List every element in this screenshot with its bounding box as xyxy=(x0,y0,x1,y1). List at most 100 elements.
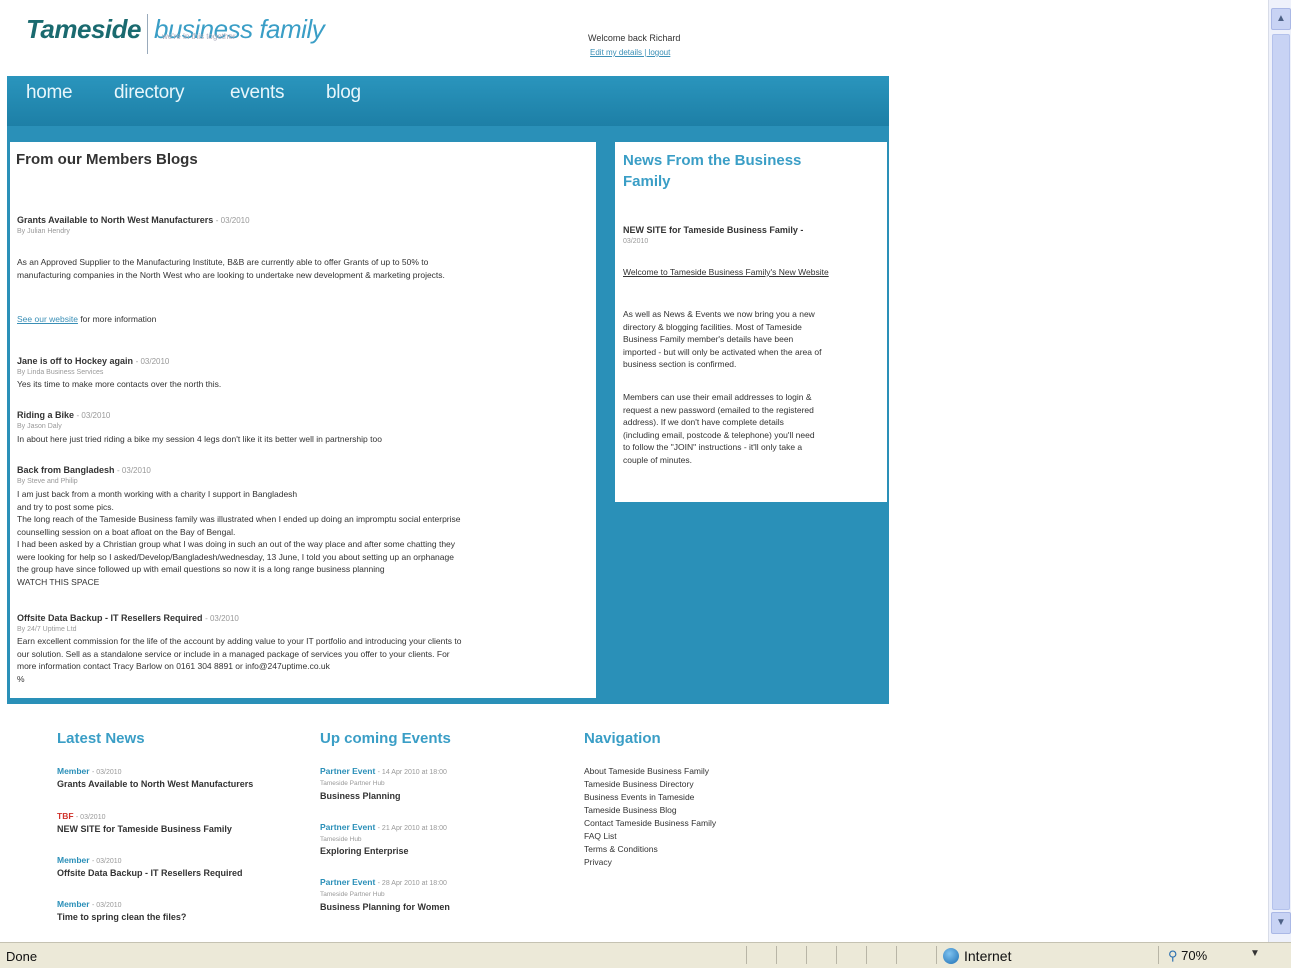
scroll-up-button[interactable]: ▲ xyxy=(1271,8,1291,30)
see-website-suffix: for more information xyxy=(77,314,157,324)
blog-post-title-text[interactable]: Riding a Bike xyxy=(17,410,74,420)
scroll-down-button[interactable]: ▼ xyxy=(1271,912,1291,934)
blog-post-line: Earn excellent commission for the life o… xyxy=(17,636,462,646)
nav-directory[interactable]: directory xyxy=(114,82,184,104)
blog-post-title[interactable]: Offsite Data Backup - IT Resellers Requi… xyxy=(17,613,239,623)
event-title[interactable]: Business Planning xyxy=(320,791,401,801)
blog-post-author: By Julian Hendry xyxy=(17,228,70,235)
footer-nav-link[interactable]: Terms & Conditions xyxy=(584,844,658,854)
event-date: - 21 Apr 2010 at 18:00 xyxy=(377,825,447,832)
account-link[interactable]: Edit my details | logout xyxy=(590,48,670,57)
blog-post-date: - 03/2010 xyxy=(76,411,111,420)
latest-news-category[interactable]: Member - 03/2010 xyxy=(57,855,122,865)
category-label[interactable]: Member xyxy=(57,855,90,865)
see-website-link[interactable]: See our website xyxy=(17,314,78,324)
event-title[interactable]: Business Planning for Women xyxy=(320,902,450,912)
latest-news-title[interactable]: NEW SITE for Tameside Business Family xyxy=(57,824,232,834)
event-category[interactable]: Partner Event - 28 Apr 2010 at 18:00 xyxy=(320,877,447,887)
news-item-date: 03/2010 xyxy=(623,238,649,245)
zoom-level[interactable]: ⚲ 70% xyxy=(1168,948,1207,964)
footer-nav-link[interactable]: Tameside Business Blog xyxy=(584,805,677,815)
event-type[interactable]: Partner Event xyxy=(320,766,375,776)
blog-post-title[interactable]: Back from Bangladesh - 03/2010 xyxy=(17,465,151,475)
status-divider xyxy=(836,946,837,964)
news-line: imported - but will only be activated wh… xyxy=(623,346,822,357)
blog-post-title-text[interactable]: Jane is off to Hockey again xyxy=(17,356,133,366)
blog-post-date: - 03/2010 xyxy=(117,466,151,475)
news-line: couple of minutes. xyxy=(623,454,692,465)
nav-blog[interactable]: blog xyxy=(326,82,361,104)
event-category[interactable]: Partner Event - 14 Apr 2010 at 18:00 xyxy=(320,766,447,776)
event-type[interactable]: Partner Event xyxy=(320,877,375,887)
blog-post-date: - 03/2010 xyxy=(135,357,170,366)
news-item-link[interactable]: Welcome to Tameside Business Family's Ne… xyxy=(623,266,833,278)
status-divider xyxy=(936,946,937,964)
latest-news-title[interactable]: Time to spring clean the files? xyxy=(57,912,186,922)
nav-events[interactable]: events xyxy=(230,82,284,104)
event-type[interactable]: Partner Event xyxy=(320,822,375,832)
event-title[interactable]: Exploring Enterprise xyxy=(320,846,409,856)
footer-nav-link[interactable]: Business Events in Tameside xyxy=(584,792,694,802)
blog-post-author: By Steve and Philip xyxy=(17,478,78,485)
blog-post-line: counselling session on a boat afloat on … xyxy=(17,526,236,537)
blog-post-more: See our website for more information xyxy=(17,313,156,326)
blog-post-title[interactable]: Grants Available to North West Manufactu… xyxy=(17,215,250,225)
footer-nav-link[interactable]: Contact Tameside Business Family xyxy=(584,818,716,828)
status-divider xyxy=(1158,946,1159,964)
event-category[interactable]: Partner Event - 21 Apr 2010 at 18:00 xyxy=(320,822,447,832)
blog-post-line: more information contact Tracy Barlow on… xyxy=(17,661,330,671)
arrow-up-icon: ▲ xyxy=(1276,13,1286,24)
blog-post-body: Yes its time to make more contacts over … xyxy=(17,378,221,391)
latest-news-category[interactable]: Member - 03/2010 xyxy=(57,766,122,776)
blog-post-date: - 03/2010 xyxy=(205,614,239,623)
event-date: - 28 Apr 2010 at 18:00 xyxy=(377,880,447,887)
blog-post-title-text[interactable]: Grants Available to North West Manufactu… xyxy=(17,215,213,225)
latest-news-title[interactable]: Offsite Data Backup - IT Resellers Requi… xyxy=(57,868,243,878)
event-venue: Tameside Hub xyxy=(320,836,362,843)
blog-post-line: The long reach of the Tameside Business … xyxy=(17,514,461,524)
blog-post-line: Yes its time to make more contacts over … xyxy=(17,379,222,389)
news-line: to follow the "JOIN" instructions - it'l… xyxy=(623,442,803,452)
blog-post-body: As an Approved Supplier to the Manufactu… xyxy=(17,256,445,281)
news-date: - 03/2010 xyxy=(75,814,106,821)
zoom-value[interactable]: 70% xyxy=(1181,948,1207,963)
news-line: Members can use their email addresses to… xyxy=(623,392,812,402)
category-label[interactable]: Member xyxy=(57,899,90,909)
blog-post-line: As an Approved Supplier to the Manufactu… xyxy=(17,257,429,267)
blog-post-title-text[interactable]: Offsite Data Backup - IT Resellers Requi… xyxy=(17,613,203,623)
event-date: - 14 Apr 2010 at 18:00 xyxy=(377,769,447,776)
latest-news-category[interactable]: TBF - 03/2010 xyxy=(57,811,106,821)
category-label[interactable]: TBF xyxy=(57,811,74,821)
footer-nav-link[interactable]: About Tameside Business Family xyxy=(584,766,709,776)
footer-nav-link[interactable]: Privacy xyxy=(584,857,612,867)
news-line: Business Family member's details have be… xyxy=(623,334,794,344)
zoom-dropdown-icon[interactable]: ▼ xyxy=(1250,948,1260,959)
upcoming-events-heading: Up coming Events xyxy=(320,730,451,747)
news-paragraph-1: As well as News & Events we now bring yo… xyxy=(623,308,845,371)
scrollbar-thumb[interactable] xyxy=(1272,34,1290,910)
news-date: - 03/2010 xyxy=(91,858,122,865)
browser-viewport: Tameside business family we're in this t… xyxy=(0,0,1268,942)
news-line: address). If we don't have complete deta… xyxy=(623,417,784,427)
blog-post-date: - 03/2010 xyxy=(215,216,250,225)
footer-nav-link[interactable]: FAQ List xyxy=(584,831,617,841)
blog-post-title[interactable]: Riding a Bike - 03/2010 xyxy=(17,410,110,420)
blog-post-line: our solution. Sell as a standalone servi… xyxy=(17,648,450,659)
blog-post-title-text[interactable]: Back from Bangladesh xyxy=(17,465,115,475)
browser-status-bar xyxy=(0,942,1291,968)
footer-nav-link[interactable]: Tameside Business Directory xyxy=(584,779,694,789)
news-line: request a new password (emailed to the r… xyxy=(623,404,814,415)
logo-tameside: Tameside xyxy=(26,14,141,44)
news-paragraph-2: Members can use their email addresses to… xyxy=(623,391,845,466)
blog-post-line: the group have since followed up with em… xyxy=(17,564,385,574)
zone-label: Internet xyxy=(964,948,1012,964)
nav-home[interactable]: home xyxy=(26,82,73,104)
members-blogs-heading: From our Members Blogs xyxy=(16,151,198,168)
category-label[interactable]: Member xyxy=(57,766,90,776)
blog-post-line: manufacturing companies in the North Wes… xyxy=(17,269,445,280)
blog-post-title[interactable]: Jane is off to Hockey again - 03/2010 xyxy=(17,356,169,366)
blog-post-body: Earn excellent commission for the life o… xyxy=(17,635,592,685)
latest-news-title[interactable]: Grants Available to North West Manufactu… xyxy=(57,779,253,789)
news-item-title[interactable]: NEW SITE for Tameside Business Family - xyxy=(623,224,833,236)
latest-news-category[interactable]: Member - 03/2010 xyxy=(57,899,122,909)
